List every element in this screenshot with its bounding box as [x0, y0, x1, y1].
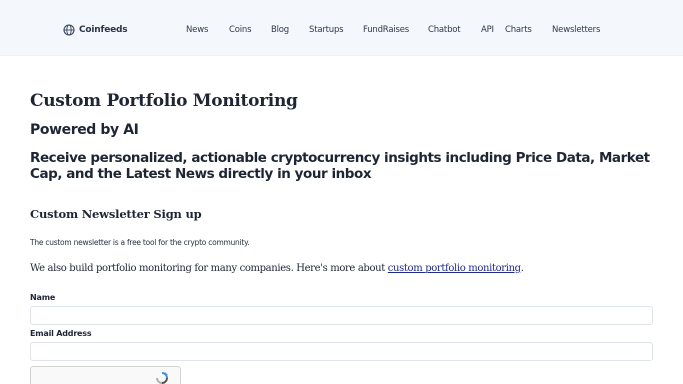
name-input[interactable] — [30, 306, 653, 325]
portfolio-suffix: . — [520, 263, 524, 274]
portfolio-paragraph: We also build portfolio monitoring for m… — [30, 263, 524, 274]
nav-item-api[interactable]: API — [481, 22, 494, 38]
nav-item-newsletters[interactable]: Newsletters — [552, 22, 600, 38]
portfolio-link[interactable]: custom portfolio monitoring — [388, 263, 521, 274]
nav-item-charts[interactable]: Charts — [505, 22, 532, 38]
brand-link[interactable]: Coinfeeds — [63, 22, 128, 38]
email-input[interactable] — [30, 342, 653, 361]
brand-name: Coinfeeds — [79, 25, 128, 35]
page-title: Custom Portfolio Monitoring — [30, 91, 298, 111]
globe-icon — [63, 24, 75, 36]
nav-item-chatbot[interactable]: Chatbot — [428, 22, 461, 38]
signup-heading: Custom Newsletter Sign up — [30, 207, 202, 221]
recaptcha-icon — [156, 372, 168, 384]
recaptcha-widget[interactable] — [30, 366, 181, 384]
page-subtitle: Powered by AI — [30, 122, 139, 138]
nav-item-fundraises[interactable]: FundRaises — [363, 22, 409, 38]
signup-note: The custom newsletter is a free tool for… — [30, 238, 250, 247]
name-label: Name — [30, 293, 56, 302]
nav-item-startups[interactable]: Startups — [309, 22, 344, 38]
nav-item-coins[interactable]: Coins — [229, 22, 252, 38]
email-label: Email Address — [30, 329, 92, 338]
top-navigation: Coinfeeds News Coins Blog Startups FundR… — [0, 0, 683, 56]
nav-item-news[interactable]: News — [186, 22, 208, 38]
page-tagline: Receive personalized, actionable cryptoc… — [30, 150, 650, 182]
nav-item-blog[interactable]: Blog — [271, 22, 289, 38]
portfolio-text: We also build portfolio monitoring for m… — [30, 263, 385, 274]
